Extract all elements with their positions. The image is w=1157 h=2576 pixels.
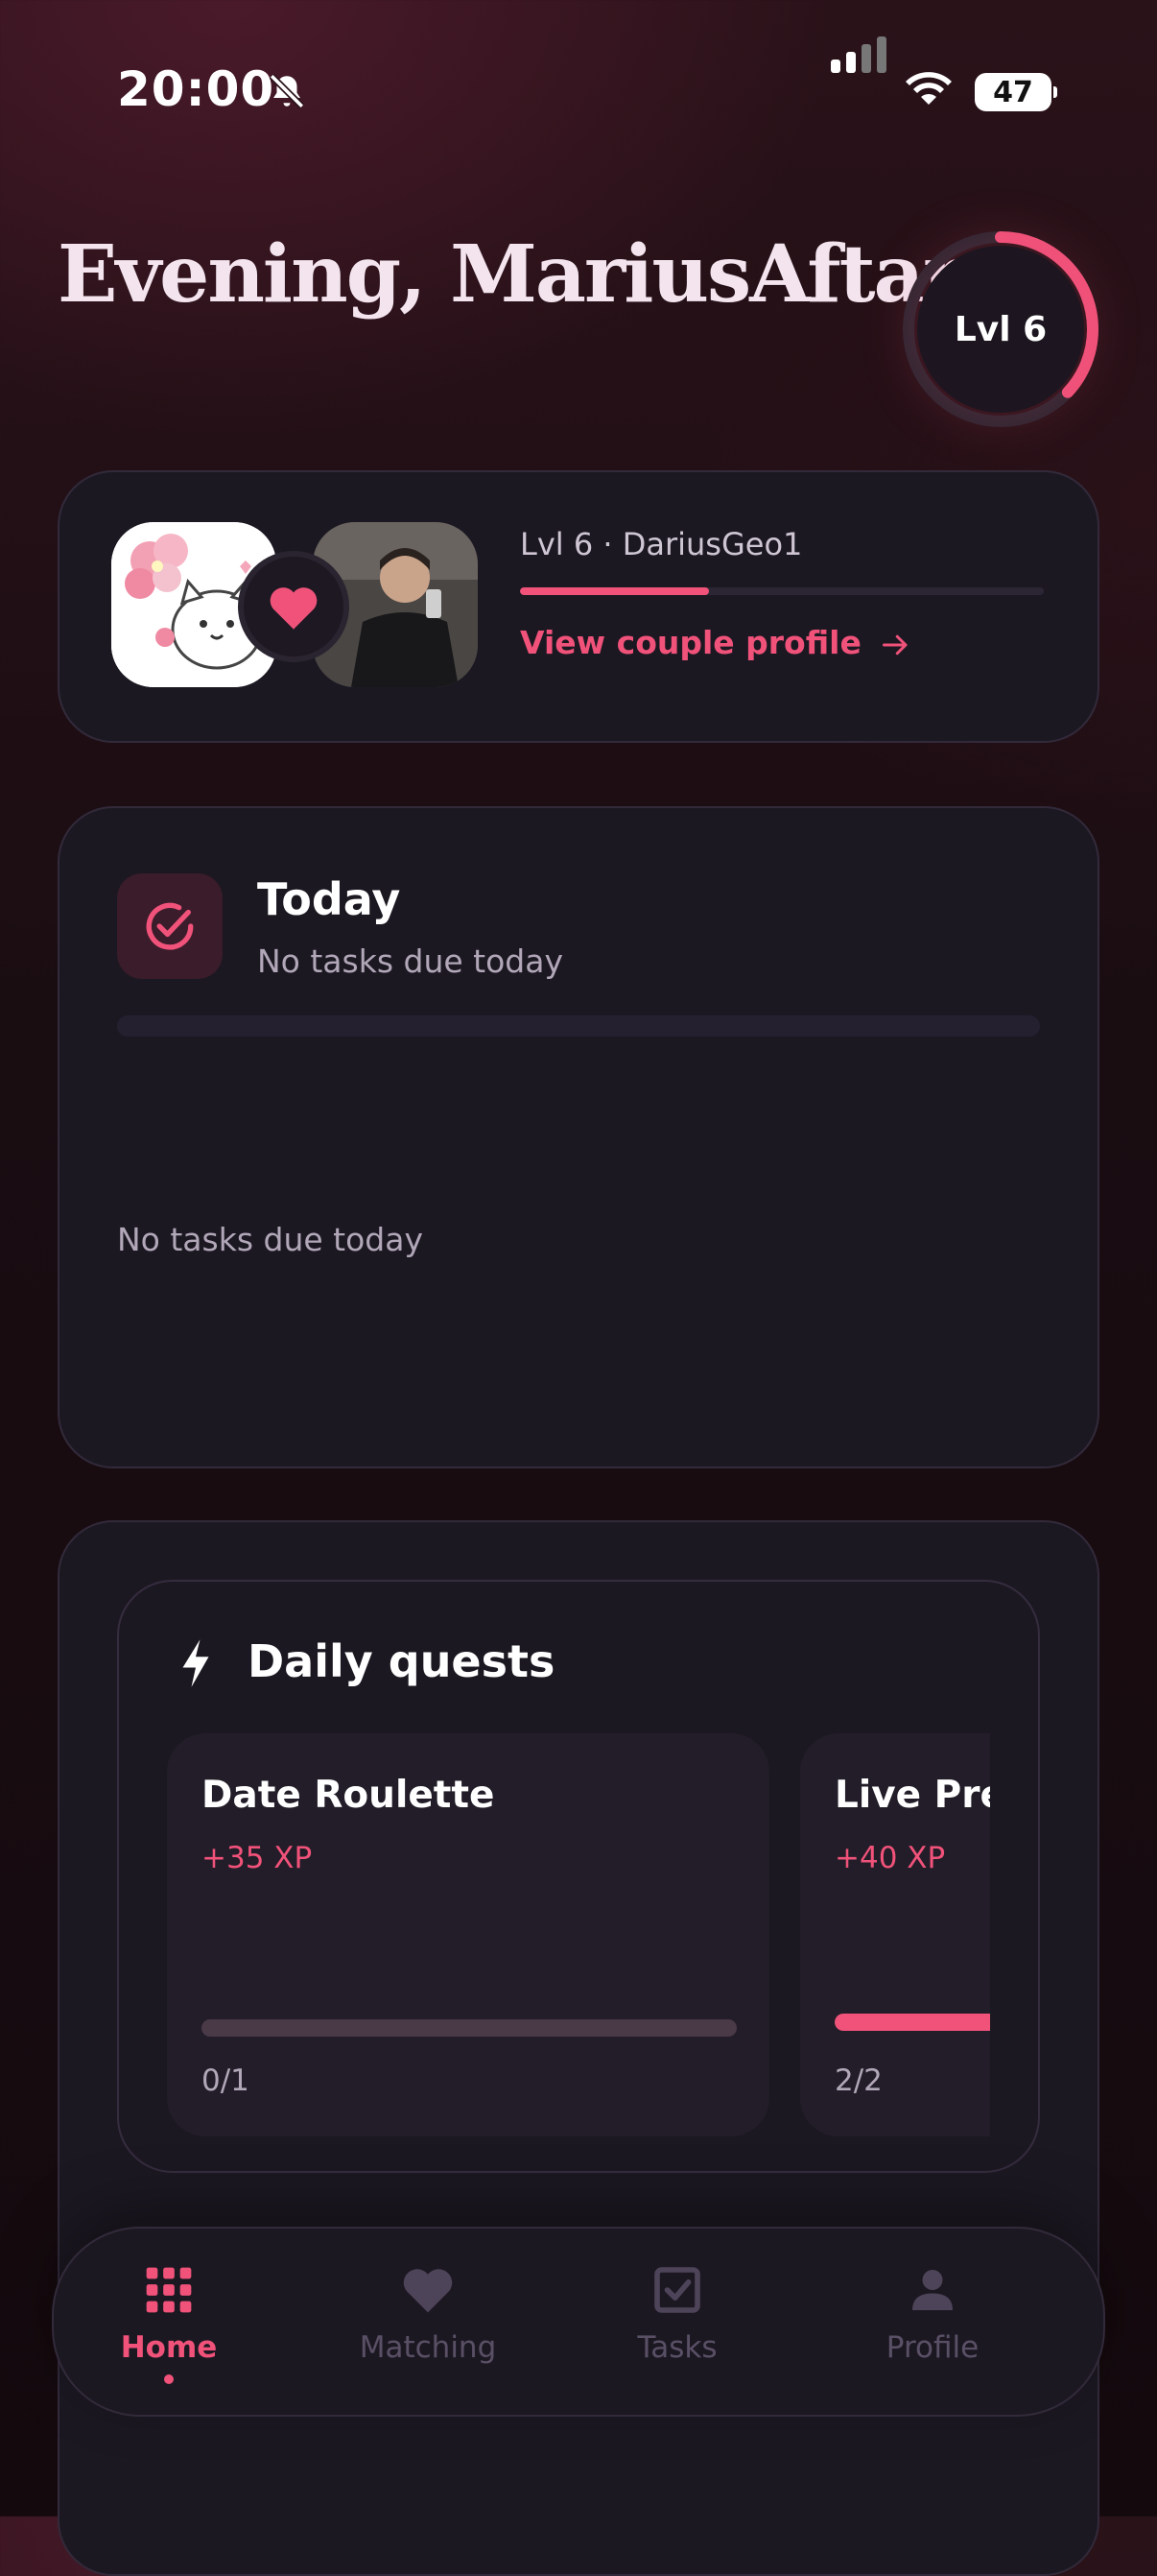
quest-card[interactable]: Live Pre +40 XP 2/2 [800, 1733, 990, 2136]
nav-home[interactable]: Home [73, 2263, 265, 2384]
quest-progress-bar [201, 2019, 737, 2037]
arrow-right-icon [883, 634, 908, 656]
grid-icon [146, 2267, 192, 2313]
quest-carousel[interactable]: Date Roulette +35 XP 0/1 Live Pre +40 XP… [167, 1733, 990, 2136]
quest-progress-fill [835, 2014, 990, 2031]
view-couple-profile-label: View couple profile [520, 624, 862, 661]
today-empty-message: No tasks due today [117, 1221, 423, 1258]
nav-home-label: Home [120, 2330, 218, 2365]
nav-matching-label: Matching [359, 2330, 497, 2365]
heart-icon [403, 2269, 453, 2313]
quest-name: Date Roulette [201, 1774, 495, 1817]
couple-xp-bar-fill [520, 587, 709, 595]
level-badge: Lvl 6 [917, 246, 1084, 413]
couple-xp-bar [520, 587, 1044, 595]
person-icon [912, 2270, 953, 2310]
couple-heart-badge [238, 551, 349, 662]
nav-tasks-label: Tasks [637, 2330, 718, 2365]
bottom-nav: Home Matching Tasks Profile [52, 2227, 1105, 2417]
wifi-icon [906, 72, 952, 105]
greeting-title: Evening, MariusAftan [58, 228, 980, 321]
today-subtitle: No tasks due today [257, 942, 563, 980]
silent-bell-icon [269, 73, 305, 109]
quest-progress-bar [835, 2014, 990, 2031]
checkbox-icon [654, 2267, 700, 2313]
level-ring[interactable]: Lvl 6 [900, 228, 1101, 430]
active-indicator-dot [164, 2374, 174, 2384]
today-title: Today [257, 873, 401, 925]
today-check-badge [117, 873, 223, 979]
quest-name: Live Pre [835, 1774, 990, 1817]
lightning-icon [182, 1639, 209, 1687]
check-circle-icon [146, 902, 194, 950]
quest-xp: +40 XP [835, 1841, 946, 1875]
status-time: 20:00 [117, 61, 275, 117]
partner-level-label: Lvl 6 · DariusGeo1 [520, 526, 803, 562]
nav-profile-label: Profile [885, 2330, 980, 2365]
quest-card[interactable]: Date Roulette +35 XP 0/1 [167, 1733, 769, 2136]
nav-profile[interactable]: Profile [837, 2263, 1028, 2365]
heart-icon [270, 587, 318, 630]
daily-quests-title: Daily quests [248, 1635, 555, 1687]
nav-matching[interactable]: Matching [332, 2263, 524, 2365]
quest-count: 0/1 [201, 2063, 249, 2098]
battery-indicator: 47 [975, 73, 1057, 111]
quest-count: 2/2 [835, 2063, 883, 2098]
quest-xp: +35 XP [201, 1841, 313, 1875]
today-progress-bar [117, 1015, 1040, 1037]
view-couple-profile-link[interactable]: View couple profile [520, 624, 910, 661]
nav-tasks[interactable]: Tasks [581, 2263, 773, 2365]
